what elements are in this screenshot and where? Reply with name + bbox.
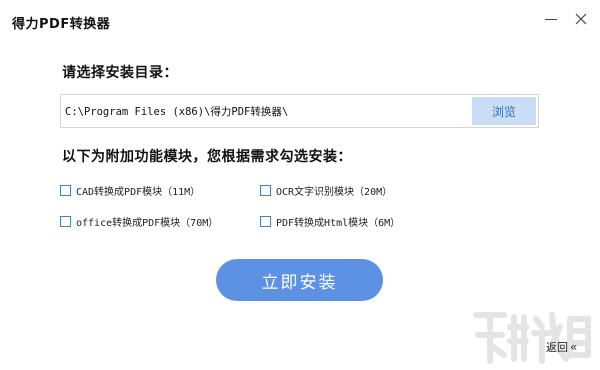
module-checkbox[interactable] xyxy=(260,185,271,196)
install-now-button[interactable]: 立即安装 xyxy=(216,259,383,301)
module-label: CAD转换成PDF模块（11M） xyxy=(76,187,201,198)
close-icon xyxy=(575,13,587,25)
minimize-button[interactable] xyxy=(540,8,562,30)
installer-window: 得力PDF转换器 请选择安装目录： C:\Program Files (x86)… xyxy=(0,0,600,370)
module-checkbox[interactable] xyxy=(60,216,71,227)
back-link[interactable]: 返回 « xyxy=(546,339,577,355)
module-checkbox[interactable] xyxy=(60,185,71,196)
install-path-value: C:\Program Files (x86)\得力PDF转换器\ xyxy=(65,106,289,118)
window-title: 得力PDF转换器 xyxy=(12,17,111,32)
xiazaiba-watermark xyxy=(473,312,591,364)
module-option-ocr[interactable]: OCR文字识别模块（20M） xyxy=(260,183,392,198)
module-option-office[interactable]: office转换成PDF模块（70M） xyxy=(60,214,218,229)
module-checkbox[interactable] xyxy=(260,216,271,227)
close-button[interactable] xyxy=(570,8,592,30)
install-dir-heading: 请选择安装目录： xyxy=(62,65,178,81)
modules-heading: 以下为附加功能模块，您根据需求勾选安装： xyxy=(62,149,352,165)
double-chevron-left-icon: « xyxy=(570,340,578,354)
module-option-cad[interactable]: CAD转换成PDF模块（11M） xyxy=(60,183,200,198)
module-label: office转换成PDF模块（70M） xyxy=(76,218,219,229)
install-path-field[interactable]: C:\Program Files (x86)\得力PDF转换器\ 浏览 xyxy=(60,94,539,128)
module-option-html[interactable]: PDF转换成Html模块（6M） xyxy=(260,214,400,229)
browse-button[interactable]: 浏览 xyxy=(472,97,536,125)
module-label: OCR文字识别模块（20M） xyxy=(276,187,393,198)
minimize-icon xyxy=(545,18,557,20)
module-label: PDF转换成Html模块（6M） xyxy=(276,218,401,229)
back-label: 返回 xyxy=(546,341,568,354)
